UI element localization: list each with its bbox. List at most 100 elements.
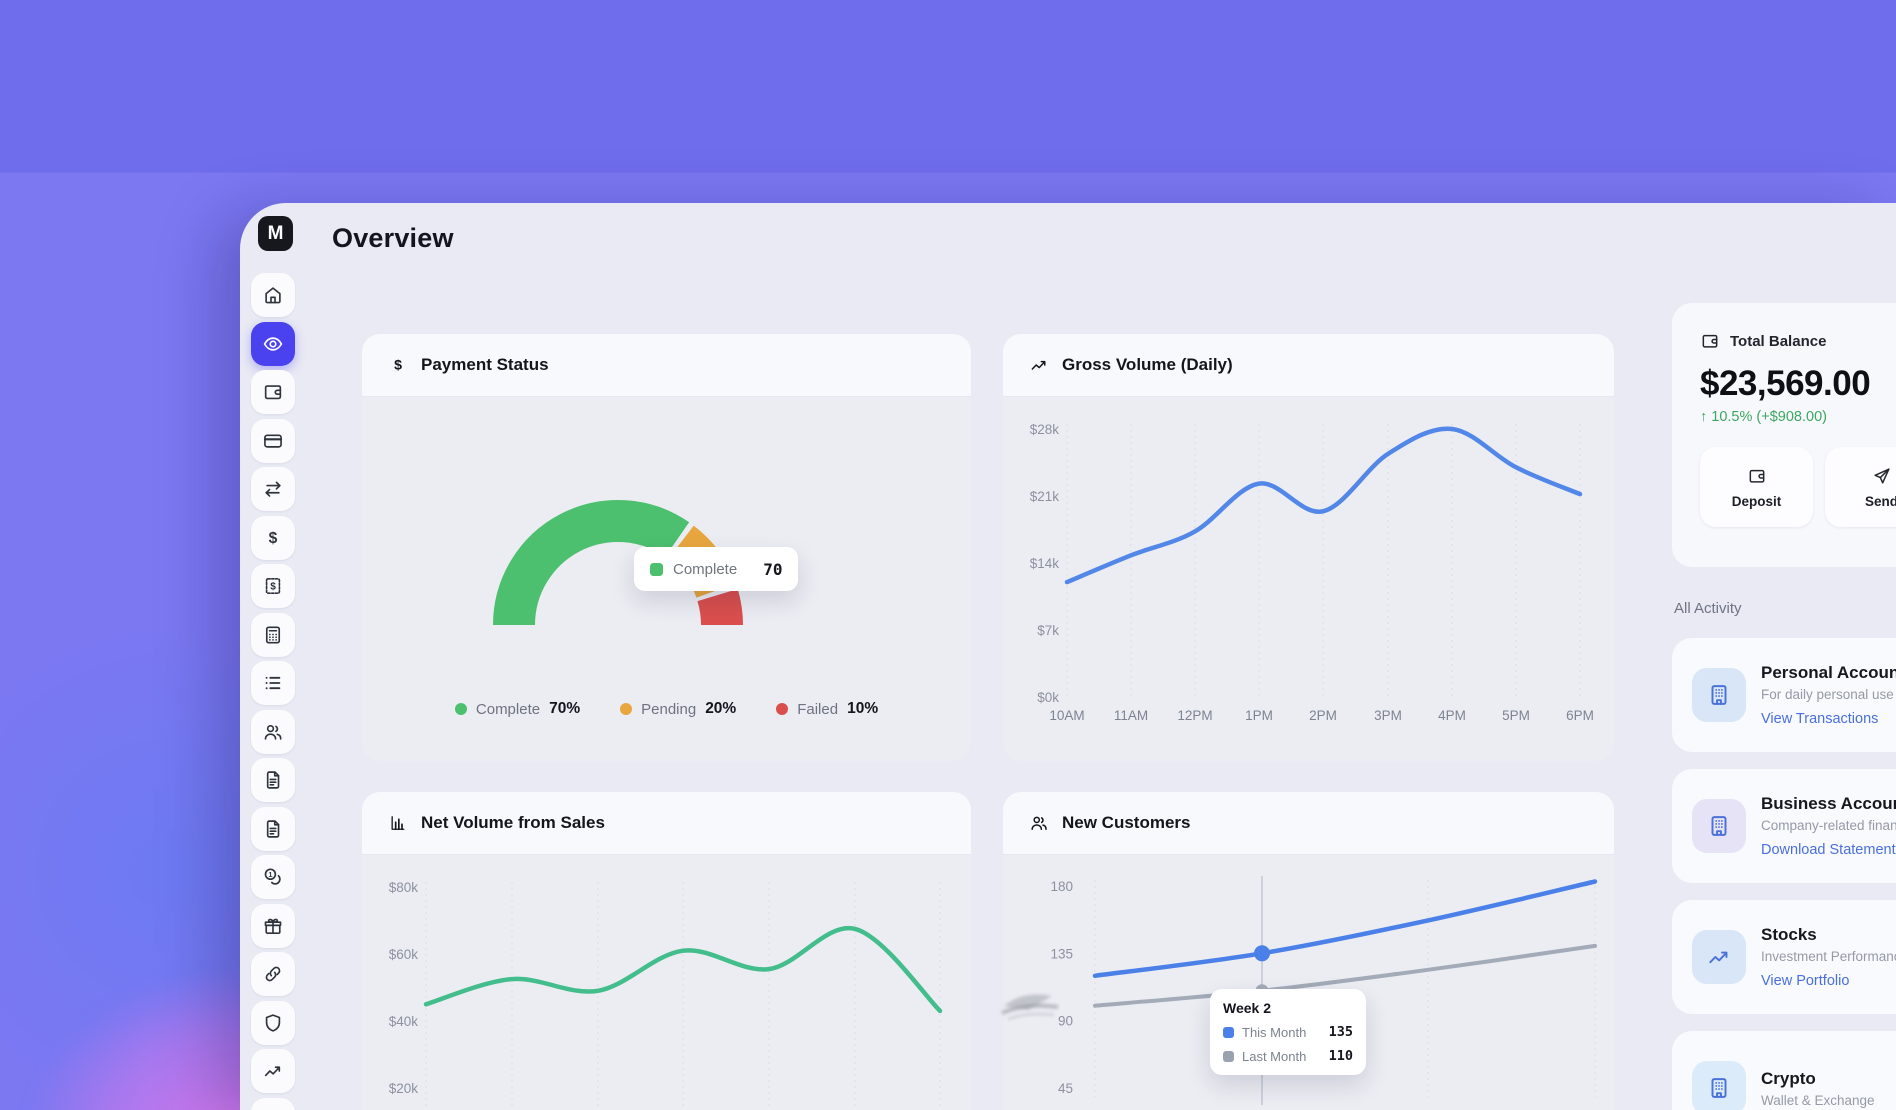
file-icon — [262, 769, 284, 791]
sidebar-item-receipt[interactable]: $ — [251, 564, 295, 608]
sidebar-item-transfer[interactable] — [251, 467, 295, 511]
card-header: New Customers — [1003, 792, 1614, 855]
sidebar-item-shield[interactable] — [251, 1001, 295, 1045]
sidebar-item-calculator[interactable] — [251, 613, 295, 657]
building-icon — [1692, 1061, 1746, 1110]
svg-text:$: $ — [269, 530, 278, 547]
link-icon — [262, 963, 284, 985]
trend-up-icon — [262, 1060, 284, 1082]
all-activity-list: Personal Account For daily personal use Vi… — [1672, 638, 1896, 1110]
wallet-icon — [1700, 331, 1720, 351]
building-icon — [1692, 668, 1746, 722]
gauge-tooltip: Complete 70 — [634, 547, 798, 591]
legend-item-failed: Failed10% — [776, 700, 878, 718]
payment-status-card: $ Payment Status Complete 70 Complete70%… — [362, 334, 971, 761]
home-icon — [262, 284, 284, 306]
coins-icon: 1 — [262, 866, 284, 888]
users-icon — [262, 721, 284, 743]
activity-item-title: Stocks — [1761, 925, 1896, 945]
deposit-button-label: Deposit — [1732, 494, 1782, 509]
svg-text:$14k: $14k — [1030, 556, 1060, 571]
sidebar-item-eye[interactable] — [251, 322, 295, 366]
svg-text:$20k: $20k — [389, 1081, 419, 1096]
building-icon — [1692, 799, 1746, 853]
total-balance-amount: $23,569.00 — [1700, 364, 1896, 404]
activity-item-stocks[interactable]: StocksInvestment PerformanceView Portfol… — [1672, 900, 1896, 1014]
gross-volume-card: $28k$21k$14k$7k$0k10AM11AM12PM1PM2PM3PM4… — [1003, 334, 1614, 761]
sidebar-item-list[interactable] — [251, 661, 295, 705]
svg-text:$80k: $80k — [389, 880, 419, 895]
activity-item-title: Personal Account — [1761, 663, 1896, 683]
svg-text:135: 135 — [1050, 946, 1073, 961]
svg-text:11AM: 11AM — [1114, 708, 1148, 723]
sidebar-item-file[interactable] — [251, 807, 295, 851]
svg-text:1PM: 1PM — [1245, 708, 1273, 723]
sidebar-item-dollar[interactable]: $ — [251, 516, 295, 560]
desktop-background: M Overview $ $1 $ Payment Status Complete… — [0, 0, 1896, 1110]
bar-chart-icon — [388, 813, 408, 833]
transfer-icon — [262, 478, 284, 500]
sidebar-item-wallet[interactable] — [251, 370, 295, 414]
tooltip-value: 70 — [763, 560, 782, 579]
svg-text:180: 180 — [1050, 879, 1073, 894]
tooltip-title: Week 2 — [1223, 1000, 1353, 1016]
file-icon — [262, 818, 284, 840]
sidebar-item-coins[interactable]: 1 — [251, 855, 295, 899]
eye-icon — [262, 333, 284, 355]
new-customers-card: 1801359045 New Customers Week 2 This Mon… — [1003, 792, 1614, 1110]
activity-item-link[interactable]: View Portfolio — [1761, 973, 1896, 989]
sidebar-item-gift[interactable] — [251, 904, 295, 948]
card-header: Gross Volume (Daily) — [1003, 334, 1614, 397]
dollar-icon: $ — [262, 527, 284, 549]
gauge-legend: Complete70% Pending20% Failed10% — [362, 700, 971, 718]
svg-text:$21k: $21k — [1030, 489, 1060, 504]
sidebar-item-credit-card[interactable] — [251, 419, 295, 463]
sidebar-item-users[interactable] — [251, 710, 295, 754]
sidebar-item-trend-up[interactable] — [251, 1049, 295, 1093]
activity-item-link[interactable]: Download Statements — [1761, 842, 1896, 858]
tooltip-row-this-month: This Month135 — [1223, 1024, 1353, 1040]
activity-item-business-account[interactable]: Business AccountCompany-related finances… — [1672, 769, 1896, 883]
send-button[interactable]: Send — [1825, 447, 1896, 527]
app-logo[interactable]: M — [258, 216, 293, 251]
total-balance-label: Total Balance — [1730, 333, 1826, 350]
gift-icon — [262, 915, 284, 937]
right-panel: Total Balance $23,569.00 ↑ 10.5% (+$908.… — [1672, 303, 1896, 1110]
gross-volume-chart: $28k$21k$14k$7k$0k10AM11AM12PM1PM2PM3PM4… — [1003, 334, 1614, 761]
svg-text:$: $ — [394, 358, 402, 374]
svg-text:5PM: 5PM — [1502, 708, 1530, 723]
total-balance-change: ↑ 10.5% (+$908.00) — [1700, 409, 1896, 425]
wallet-icon — [1747, 466, 1767, 486]
sidebar: $ $1 — [251, 273, 295, 1110]
credit-card-icon — [262, 430, 284, 452]
sidebar-item-monitor[interactable] — [251, 1098, 295, 1110]
list-icon — [262, 672, 284, 694]
activity-item-crypto[interactable]: CryptoWallet & Exchange — [1672, 1031, 1896, 1110]
send-icon — [1872, 466, 1892, 486]
card-title: Payment Status — [421, 355, 549, 375]
svg-text:$60k: $60k — [389, 947, 419, 962]
tooltip-row-last-month: Last Month110 — [1223, 1048, 1353, 1064]
legend-item-complete: Complete70% — [455, 700, 580, 718]
dollar-icon: $ — [388, 355, 408, 375]
activity-item-link[interactable]: View Transactions — [1761, 711, 1896, 727]
sidebar-item-link[interactable] — [251, 952, 295, 996]
card-title: New Customers — [1062, 813, 1190, 833]
wallet-icon — [262, 381, 284, 403]
sidebar-item-home[interactable] — [251, 273, 295, 317]
svg-text:1: 1 — [268, 870, 272, 879]
svg-text:$: $ — [270, 581, 276, 592]
trend-up-icon — [1692, 930, 1746, 984]
activity-item-personal-account[interactable]: Personal Account For daily personal use Vi… — [1672, 638, 1896, 752]
sidebar-item-file[interactable] — [251, 758, 295, 802]
svg-text:$28k: $28k — [1030, 422, 1060, 437]
dashboard-window: M Overview $ $1 $ Payment Status Complete… — [240, 203, 1896, 1110]
activity-item-subtitle: For daily personal use — [1761, 687, 1896, 702]
legend-item-pending: Pending20% — [620, 700, 736, 718]
activity-item-title: Business Account — [1761, 794, 1896, 814]
svg-text:$40k: $40k — [389, 1014, 419, 1029]
deposit-button[interactable]: Deposit — [1700, 447, 1813, 527]
users-icon — [1029, 813, 1049, 833]
tooltip-label: Complete — [673, 561, 737, 578]
page-title: Overview — [332, 223, 454, 254]
